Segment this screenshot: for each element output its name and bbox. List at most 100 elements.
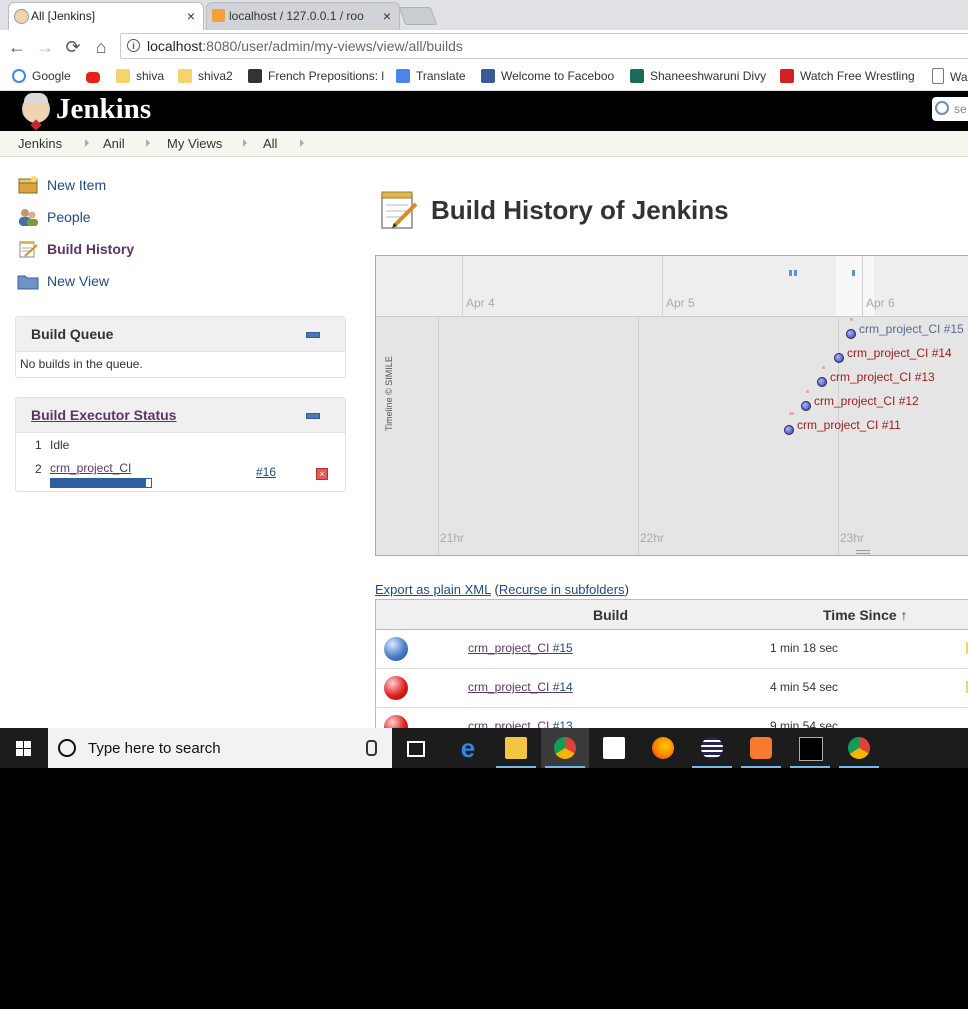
bookmark-wa[interactable]: Wa [932, 68, 968, 85]
timeline-date-label: Apr 4 [466, 296, 495, 310]
job-name[interactable]: crm_project_CI [468, 680, 549, 694]
eclipse-icon[interactable] [688, 728, 736, 768]
build-timeline[interactable]: Apr 4 Apr 5 Apr 6 21hr 22hr 23hr Timelin… [375, 255, 968, 556]
xampp-icon[interactable] [737, 728, 785, 768]
edge-icon[interactable]: e [444, 728, 492, 768]
windows-logo-icon [16, 741, 32, 757]
info-icon[interactable]: i [127, 39, 140, 52]
job-link[interactable]: crm_project_CI #14 [468, 680, 573, 694]
job-name[interactable]: crm_project_CI [468, 641, 549, 655]
bookmark-shiva[interactable]: shiva [116, 68, 164, 84]
breadcrumb-anil[interactable]: Anil [103, 136, 125, 151]
collapse-icon[interactable] [306, 332, 320, 338]
chrome-icon[interactable] [541, 728, 589, 768]
terminal-icon[interactable] [786, 728, 834, 768]
timeline-event-label[interactable]: crm_project_CI #12 [814, 394, 919, 408]
bookmark-google[interactable]: Google [12, 68, 71, 84]
timeline-hour-label: 23hr [840, 531, 865, 545]
tab-phpmyadmin[interactable]: localhost / 127.0.0.1 / roo × [206, 2, 400, 30]
collapse-icon[interactable] [306, 413, 320, 419]
build-number-link[interactable]: #14 [553, 680, 573, 694]
url-text[interactable]: localhost:8080/user/admin/my-views/view/… [147, 38, 463, 54]
timeline-event-label[interactable]: crm_project_CI #11 [797, 418, 901, 432]
bookmark-label: Shaneeshwaruni Divy [650, 69, 767, 83]
reload-icon[interactable]: ⟳ [62, 36, 84, 58]
executor-progress-bar[interactable] [50, 478, 152, 488]
timeline-resize-handle[interactable] [856, 550, 870, 554]
timeline-credit[interactable]: Timeline © SIMILE [384, 351, 394, 431]
task-people[interactable]: People [17, 206, 217, 228]
microphone-icon[interactable] [366, 740, 377, 756]
executor-status-title[interactable]: Build Executor Status [31, 407, 176, 423]
task-build-history[interactable]: Build History [17, 238, 217, 260]
breadcrumb-all[interactable]: All [263, 136, 277, 151]
timeline-date-label: Apr 5 [666, 296, 695, 310]
bookmark-shiva2[interactable]: shiva2 [178, 68, 233, 84]
export-links: Export as plain XML (Recurse in subfolde… [375, 582, 629, 597]
timeline-event-dot[interactable] [784, 425, 794, 435]
executor-number: 2 [35, 462, 42, 476]
timeline-event-label[interactable]: crm_project_CI #14 [847, 346, 952, 360]
build-queue-pane: Build Queue No builds in the queue. [15, 316, 346, 378]
bookmark-youtube[interactable] [86, 68, 106, 84]
job-link[interactable]: crm_project_CI #15 [468, 641, 573, 655]
new-tab-button[interactable] [398, 7, 438, 25]
bookmark-french[interactable]: French Prepositions: l [248, 68, 384, 84]
task-new-view[interactable]: New View [17, 270, 217, 292]
column-header-time-since[interactable]: Time Since ↑ [823, 607, 908, 623]
task-view-icon[interactable] [392, 728, 440, 768]
timeline-gridline [462, 256, 463, 316]
tab-title: localhost / 127.0.0.1 / roo [229, 9, 364, 23]
column-header-build[interactable]: Build [593, 607, 628, 623]
stop-build-icon[interactable]: × [316, 468, 328, 480]
jenkins-search-input[interactable]: se [932, 97, 968, 121]
tab-close-icon[interactable]: × [383, 3, 391, 29]
home-icon[interactable]: ⌂ [90, 36, 112, 58]
people-icon [19, 209, 38, 226]
facebook-icon [481, 69, 495, 83]
file-explorer-icon[interactable] [492, 728, 540, 768]
timeline-event-dot[interactable] [817, 377, 827, 387]
store-icon[interactable] [590, 728, 638, 768]
address-bar[interactable]: i localhost:8080/user/admin/my-views/vie… [120, 33, 968, 59]
taskbar-search-input[interactable]: Type here to search [48, 728, 392, 768]
task-new-item[interactable]: New Item [17, 174, 217, 196]
build-number-link[interactable]: #15 [553, 641, 573, 655]
back-arrow-icon[interactable]: ← [6, 36, 28, 58]
timeline-event-label[interactable]: crm_project_CI #15 [859, 322, 964, 336]
forward-arrow-icon[interactable]: → [34, 36, 56, 58]
search-placeholder: se [954, 102, 967, 116]
breadcrumb-separator-icon[interactable] [300, 139, 304, 147]
firefox-icon[interactable] [639, 728, 687, 768]
task-label: New View [47, 273, 109, 289]
timeline-event-dot[interactable] [846, 329, 856, 339]
page-icon [932, 68, 944, 84]
timeline-event-dot[interactable] [834, 353, 844, 363]
executor-build-link[interactable]: #16 [256, 465, 276, 479]
bookmark-facebook[interactable]: Welcome to Faceboo [481, 68, 614, 84]
breadcrumb-my-views[interactable]: My Views [167, 136, 222, 151]
jenkins-title[interactable]: Jenkins [56, 93, 151, 126]
breadcrumb-separator-icon[interactable] [243, 139, 247, 147]
timeline-event-dot[interactable] [801, 401, 811, 411]
url-path: :8080/user/admin/my-views/view/all/build… [202, 38, 463, 54]
bookmark-label: Google [32, 69, 71, 83]
breadcrumb-jenkins[interactable]: Jenkins [18, 136, 62, 151]
tab-jenkins[interactable]: All [Jenkins] × [8, 2, 204, 30]
chrome-icon-2[interactable] [835, 728, 883, 768]
breadcrumb-separator-icon[interactable] [146, 139, 150, 147]
bookmark-translate[interactable]: Translate [396, 68, 466, 84]
build-status-blue-icon[interactable] [384, 637, 408, 661]
executor-job-link[interactable]: crm_project_CI [50, 461, 131, 475]
tab-close-icon[interactable]: × [187, 3, 195, 29]
breadcrumb-separator-icon[interactable] [85, 139, 89, 147]
timeline-event-label[interactable]: crm_project_CI #13 [830, 370, 935, 384]
build-status-red-icon[interactable] [384, 676, 408, 700]
folder-icon [116, 69, 130, 83]
tab-title: All [Jenkins] [31, 9, 96, 23]
bookmark-wrestling[interactable]: Watch Free Wrestling [780, 68, 915, 84]
bookmark-shaneeshwaruni[interactable]: Shaneeshwaruni Divy [630, 68, 766, 84]
recurse-subfolders-link[interactable]: Recurse in subfolders [499, 582, 625, 597]
start-button[interactable] [0, 728, 48, 768]
export-xml-link[interactable]: Export as plain XML [375, 582, 491, 597]
